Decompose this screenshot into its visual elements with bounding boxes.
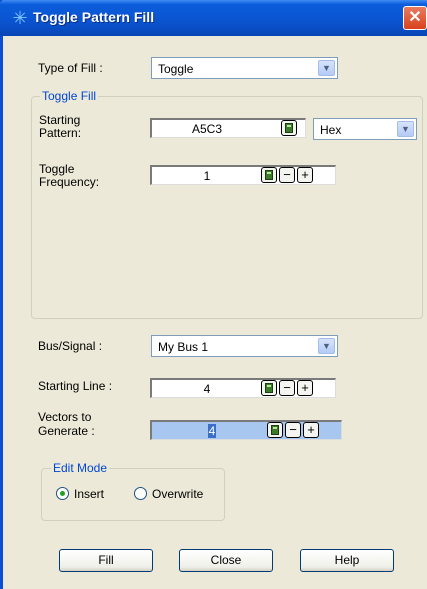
decrement-button[interactable]: −: [279, 167, 295, 183]
help-button[interactable]: Help: [300, 549, 394, 572]
toggle-frequency-value: 1: [203, 169, 211, 183]
bus-signal-label: Bus/Signal :: [38, 339, 103, 353]
overwrite-radio-label[interactable]: Overwrite: [152, 488, 203, 501]
chevron-down-icon[interactable]: ▼: [397, 121, 414, 137]
insert-radio-label[interactable]: Insert: [74, 488, 104, 501]
pattern-format-select[interactable]: Hex ▼: [313, 118, 417, 140]
type-of-fill-value: Toggle: [158, 62, 194, 76]
toggle-fill-group-title: Toggle Fill: [40, 89, 99, 103]
calculator-icon[interactable]: [261, 380, 277, 396]
starting-pattern-value: A5C3: [191, 122, 223, 136]
fill-button[interactable]: Fill: [59, 549, 153, 572]
increment-button[interactable]: +: [297, 167, 313, 183]
window-title: Toggle Pattern Fill: [33, 9, 155, 25]
starting-line-label: Starting Line :: [38, 379, 113, 393]
type-of-fill-label: Type of Fill :: [38, 61, 103, 75]
title-bar[interactable]: ✳ Toggle Pattern Fill ✕: [0, 0, 427, 36]
decrement-button[interactable]: −: [279, 380, 295, 396]
asterisk-icon: ✳: [12, 8, 28, 28]
calculator-icon[interactable]: [281, 120, 297, 136]
starting-line-value: 4: [203, 382, 211, 396]
insert-radio[interactable]: [56, 487, 69, 500]
close-button[interactable]: Close: [179, 549, 273, 572]
vectors-label-line1: Vectors to: [38, 410, 92, 424]
vectors-label-line2: Generate :: [38, 424, 95, 438]
toggle-frequency-label-line2: Frequency:: [39, 175, 100, 189]
increment-button[interactable]: +: [297, 380, 313, 396]
pattern-format-value: Hex: [320, 123, 342, 137]
increment-button[interactable]: +: [303, 422, 319, 438]
chevron-down-icon[interactable]: ▼: [318, 60, 335, 76]
vectors-to-generate-value: 4: [207, 424, 217, 438]
bus-signal-select[interactable]: My Bus 1 ▼: [151, 335, 338, 357]
toggle-pattern-fill-dialog: ✳ Toggle Pattern Fill ✕ Type of Fill : T…: [0, 0, 427, 589]
calculator-icon[interactable]: [267, 422, 283, 438]
calculator-icon[interactable]: [261, 167, 277, 183]
close-window-button[interactable]: ✕: [403, 6, 427, 30]
starting-pattern-label-line2: Pattern:: [39, 126, 82, 140]
type-of-fill-select[interactable]: Toggle ▼: [151, 57, 338, 79]
decrement-button[interactable]: −: [285, 422, 301, 438]
chevron-down-icon[interactable]: ▼: [318, 338, 335, 354]
overwrite-radio[interactable]: [134, 487, 147, 500]
edit-mode-group-title: Edit Mode: [51, 461, 110, 475]
bus-signal-value: My Bus 1: [158, 340, 209, 354]
